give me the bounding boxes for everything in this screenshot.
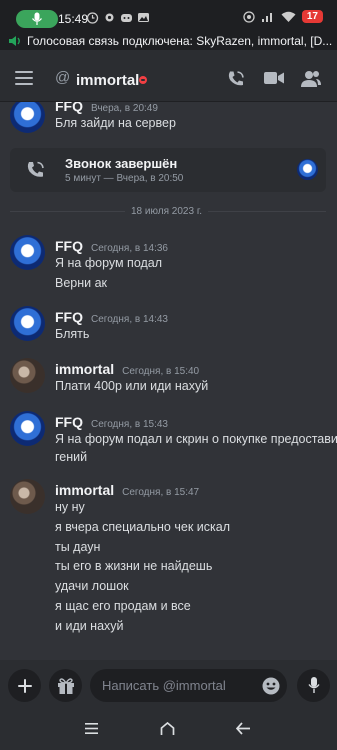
message-text: ты даун — [55, 540, 101, 554]
back-icon[interactable] — [236, 722, 251, 735]
dnd-status-icon — [139, 76, 147, 84]
message-text: ну ну — [55, 500, 85, 514]
message-text: Бля зайди на сервер — [55, 116, 176, 130]
message-header: FFQ Сегодня, в 14:36 — [55, 238, 168, 254]
message-timestamp: Сегодня, в 14:43 — [91, 314, 168, 325]
author-name[interactable]: FFQ — [55, 309, 83, 325]
voice-banner-text: Голосовая связь подключена: SkyRazen, im… — [27, 33, 333, 48]
date-divider-label: 18 июля 2023 г. — [125, 206, 209, 217]
avatar[interactable] — [10, 358, 45, 393]
target-icon — [243, 10, 255, 23]
author-name[interactable]: FFQ — [55, 414, 83, 430]
message-text: я щас его продам и все — [55, 599, 191, 613]
video-icon[interactable] — [264, 70, 284, 86]
message-text: Плати 400р или иди нахуй — [55, 379, 209, 393]
author-name[interactable]: FFQ — [55, 238, 83, 254]
message-timestamp: Сегодня, в 15:43 — [91, 419, 168, 430]
signal-icon — [261, 12, 272, 22]
avatar[interactable] — [10, 479, 45, 514]
call-participant-avatar — [297, 159, 318, 180]
channel-header: @ immortal — [0, 50, 337, 102]
avatar[interactable] — [10, 102, 45, 133]
message-header: FFQ Сегодня, в 15:43 — [55, 414, 168, 430]
message-input[interactable] — [90, 669, 287, 702]
battery-indicator: 17 — [301, 10, 323, 23]
message-timestamp: Сегодня, в 15:40 — [122, 366, 200, 377]
discord-icon — [120, 11, 133, 24]
system-nav-bar — [0, 710, 337, 750]
avatar[interactable] — [10, 411, 45, 446]
dm-at-symbol: @ — [55, 69, 71, 86]
avatar[interactable] — [10, 235, 45, 270]
call-subtitle: 5 минут — Вчера, в 20:50 — [65, 173, 184, 184]
message-header: FFQ Вчера, в 20:49 — [55, 102, 158, 114]
call-ended-card[interactable]: Звонок завершён 5 минут — Вчера, в 20:50 — [10, 148, 326, 192]
recents-icon[interactable] — [85, 722, 98, 735]
call-ended-icon — [27, 161, 44, 177]
gift-button[interactable] — [49, 669, 82, 702]
plus-icon — [17, 678, 32, 693]
active-mic-pill[interactable] — [16, 10, 58, 28]
author-name[interactable]: immortal — [55, 361, 114, 377]
message-text: Блять — [55, 327, 90, 341]
speaker-icon — [9, 35, 20, 46]
message-text: гений — [55, 450, 88, 464]
members-icon[interactable] — [301, 70, 321, 87]
voice-message-button[interactable] — [297, 669, 330, 702]
message-header: immortal Сегодня, в 15:40 — [55, 361, 199, 377]
message-text: Я на форум подал и скрин о покупке предо… — [55, 432, 337, 446]
message-timestamp: Сегодня, в 14:36 — [91, 243, 168, 254]
notification-icons — [86, 11, 150, 24]
message-header: FFQ Сегодня, в 14:43 — [55, 309, 168, 325]
message-text: Я на форум подал — [55, 256, 163, 270]
message-list[interactable]: FFQ Вчера, в 20:49 Бля зайди на сервер Зв… — [0, 102, 337, 660]
message-header: immortal Сегодня, в 15:47 — [55, 482, 199, 498]
call-title: Звонок завершён — [65, 156, 178, 171]
message-text: удачи лошок — [55, 579, 129, 593]
message-text: и иди нахуй — [55, 619, 124, 633]
author-name[interactable]: FFQ — [55, 102, 83, 114]
gift-icon — [57, 678, 74, 694]
message-text: ты его в жизни не найдешь — [55, 559, 213, 573]
avatar[interactable] — [10, 306, 45, 341]
message-text: Верни ак — [55, 276, 108, 290]
clock: 15:49 — [58, 12, 89, 26]
message-timestamp: Сегодня, в 15:47 — [122, 487, 200, 498]
settings-icon — [103, 11, 116, 24]
alarm-icon — [86, 11, 99, 24]
home-icon[interactable] — [160, 722, 175, 736]
voice-connected-banner[interactable]: Голосовая связь подключена: SkyRazen, im… — [0, 31, 337, 50]
gallery-icon — [137, 11, 150, 24]
microphone-icon — [31, 12, 43, 25]
composer — [0, 660, 337, 710]
author-name[interactable]: immortal — [55, 482, 114, 498]
hamburger-icon[interactable] — [15, 71, 33, 85]
message-text: я вчера специально чек искал — [55, 520, 230, 534]
phone-icon[interactable] — [227, 70, 245, 88]
wifi-icon — [281, 11, 296, 22]
message-timestamp: Вчера, в 20:49 — [91, 103, 158, 114]
microphone-icon — [307, 677, 320, 693]
emoji-icon[interactable] — [262, 677, 280, 695]
status-bar: 15:49 17 — [0, 0, 337, 31]
system-indicators: 17 — [243, 10, 323, 23]
channel-name[interactable]: immortal — [76, 72, 139, 89]
attach-button[interactable] — [8, 669, 41, 702]
